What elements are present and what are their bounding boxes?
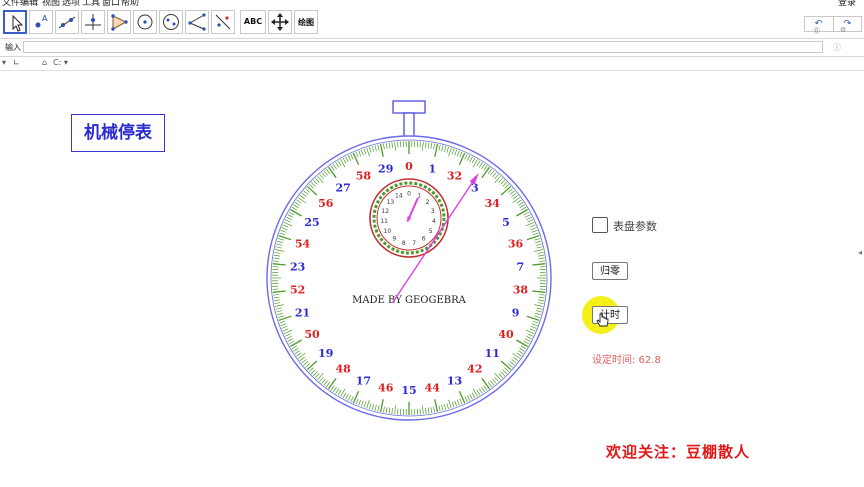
perpendicular-tool[interactable]	[81, 10, 105, 34]
gear-icon[interactable]: ⚙	[840, 26, 846, 34]
subdial-label: 13	[387, 199, 395, 206]
subdial-label: 11	[380, 218, 388, 225]
stopwatch-dial: 0132334536738940114213441546174819502152…	[260, 98, 560, 423]
subdial-label: 8	[402, 240, 406, 247]
svg-text:A: A	[42, 14, 48, 23]
dial-label: 9	[512, 307, 520, 320]
subdial-label: 10	[384, 228, 392, 235]
subdial-label: 12	[381, 208, 389, 215]
toolbar: A ABC 绘图 ↶ ↷ ⓪ ⚙	[0, 6, 864, 39]
subdial-label: 2	[426, 199, 430, 206]
credit-text: MADE BY GEOGEBRA	[352, 295, 467, 306]
dial-label: 0	[405, 160, 413, 173]
dial-label: 38	[513, 284, 529, 297]
move-view-tool[interactable]	[268, 10, 292, 34]
text-tool[interactable]: ABC	[240, 10, 266, 34]
command-input[interactable]	[23, 41, 823, 53]
polygon-icon	[108, 11, 130, 33]
dial-label: 23	[290, 260, 305, 273]
dial-label: 19	[318, 347, 333, 360]
reflect-tool[interactable]	[211, 10, 235, 34]
style-bar: ▾ ∟ ⌂ C: ▾	[0, 57, 864, 69]
subdial-label: 5	[429, 228, 433, 235]
pointer-icon	[5, 12, 27, 34]
angle-tool[interactable]	[185, 10, 209, 34]
polygon-tool[interactable]	[107, 10, 131, 34]
view-label: C:	[53, 58, 61, 67]
subdial-label: 3	[431, 208, 435, 215]
dial-label: 50	[304, 328, 320, 341]
subdial-label: 6	[422, 236, 426, 243]
dial-label: 11	[485, 347, 500, 360]
dial-label: 7	[517, 260, 525, 273]
subdial-label: 4	[432, 218, 436, 225]
line-tool[interactable]	[55, 10, 79, 34]
input-label: 输入	[5, 42, 21, 53]
dial-label: 46	[378, 382, 394, 395]
dial-label: 13	[447, 374, 462, 387]
minute-hand-hub	[407, 216, 411, 220]
input-bar: 输入 ⓘ	[0, 39, 864, 57]
subdial-label: 9	[392, 236, 396, 243]
text-tool-label: ABC	[241, 17, 265, 26]
home-icon[interactable]: ⌂	[42, 58, 47, 67]
dial-label: 54	[295, 237, 311, 250]
draw-tool-label: 绘图	[295, 17, 317, 28]
move-arrows-icon	[269, 11, 291, 33]
set-time-readout: 设定时间: 62.8	[592, 351, 661, 366]
input-help-icon[interactable]: ⓘ	[833, 42, 841, 53]
ellipse-tool[interactable]	[159, 10, 183, 34]
circle-tool[interactable]	[133, 10, 157, 34]
dial-label: 15	[401, 384, 416, 397]
circle-icon	[134, 11, 156, 33]
hand-cursor-icon	[596, 313, 610, 329]
stylebar-toggle-icon[interactable]: ▾	[2, 58, 6, 67]
dial-label: 36	[508, 237, 524, 250]
panel-arrow-icon[interactable]: ◂	[858, 248, 862, 257]
follow-text: 欢迎关注：豆棚散人	[606, 441, 750, 462]
move-tool[interactable]	[3, 10, 27, 34]
dial-label: 25	[304, 216, 319, 229]
perpendicular-icon	[82, 11, 104, 33]
subdial-label: 7	[412, 240, 416, 247]
axes-icon[interactable]: ∟	[13, 58, 20, 67]
dial-label: 17	[356, 374, 371, 387]
dial-label: 58	[356, 170, 372, 183]
title-box: 机械停表	[71, 114, 165, 152]
help-circle-icon[interactable]: ⓪	[813, 26, 820, 36]
dial-label: 56	[318, 197, 334, 210]
subdial-label: 14	[395, 193, 403, 200]
dial-label: 40	[498, 328, 514, 341]
ellipse-icon	[160, 11, 182, 33]
reflect-icon	[212, 11, 234, 33]
dial-label: 32	[447, 170, 462, 183]
subdial-label: 0	[407, 191, 411, 198]
dial-label: 44	[425, 382, 441, 395]
point-tool[interactable]: A	[29, 10, 53, 34]
dial-label: 52	[290, 284, 305, 297]
dial-label: 21	[295, 307, 310, 320]
dial-label: 34	[485, 197, 501, 210]
reset-button[interactable]: 归零	[592, 262, 628, 280]
view-select[interactable]: C: ▾	[53, 58, 68, 67]
dial-label: 29	[378, 162, 393, 175]
redo-button[interactable]: ↷	[833, 17, 861, 31]
params-label: 表盘参数	[613, 218, 657, 234]
dial-label: 42	[467, 363, 482, 376]
dial-label: 1	[428, 162, 436, 175]
draw-tool[interactable]: 绘图	[294, 10, 318, 34]
angle-icon	[186, 11, 208, 33]
point-icon: A	[30, 11, 52, 33]
line-icon	[56, 11, 78, 33]
dial-label: 48	[336, 363, 352, 376]
params-checkbox[interactable]	[592, 217, 608, 233]
dial-label: 27	[336, 181, 351, 194]
dial-label: 5	[502, 216, 510, 229]
stopwatch-crown	[393, 101, 425, 137]
